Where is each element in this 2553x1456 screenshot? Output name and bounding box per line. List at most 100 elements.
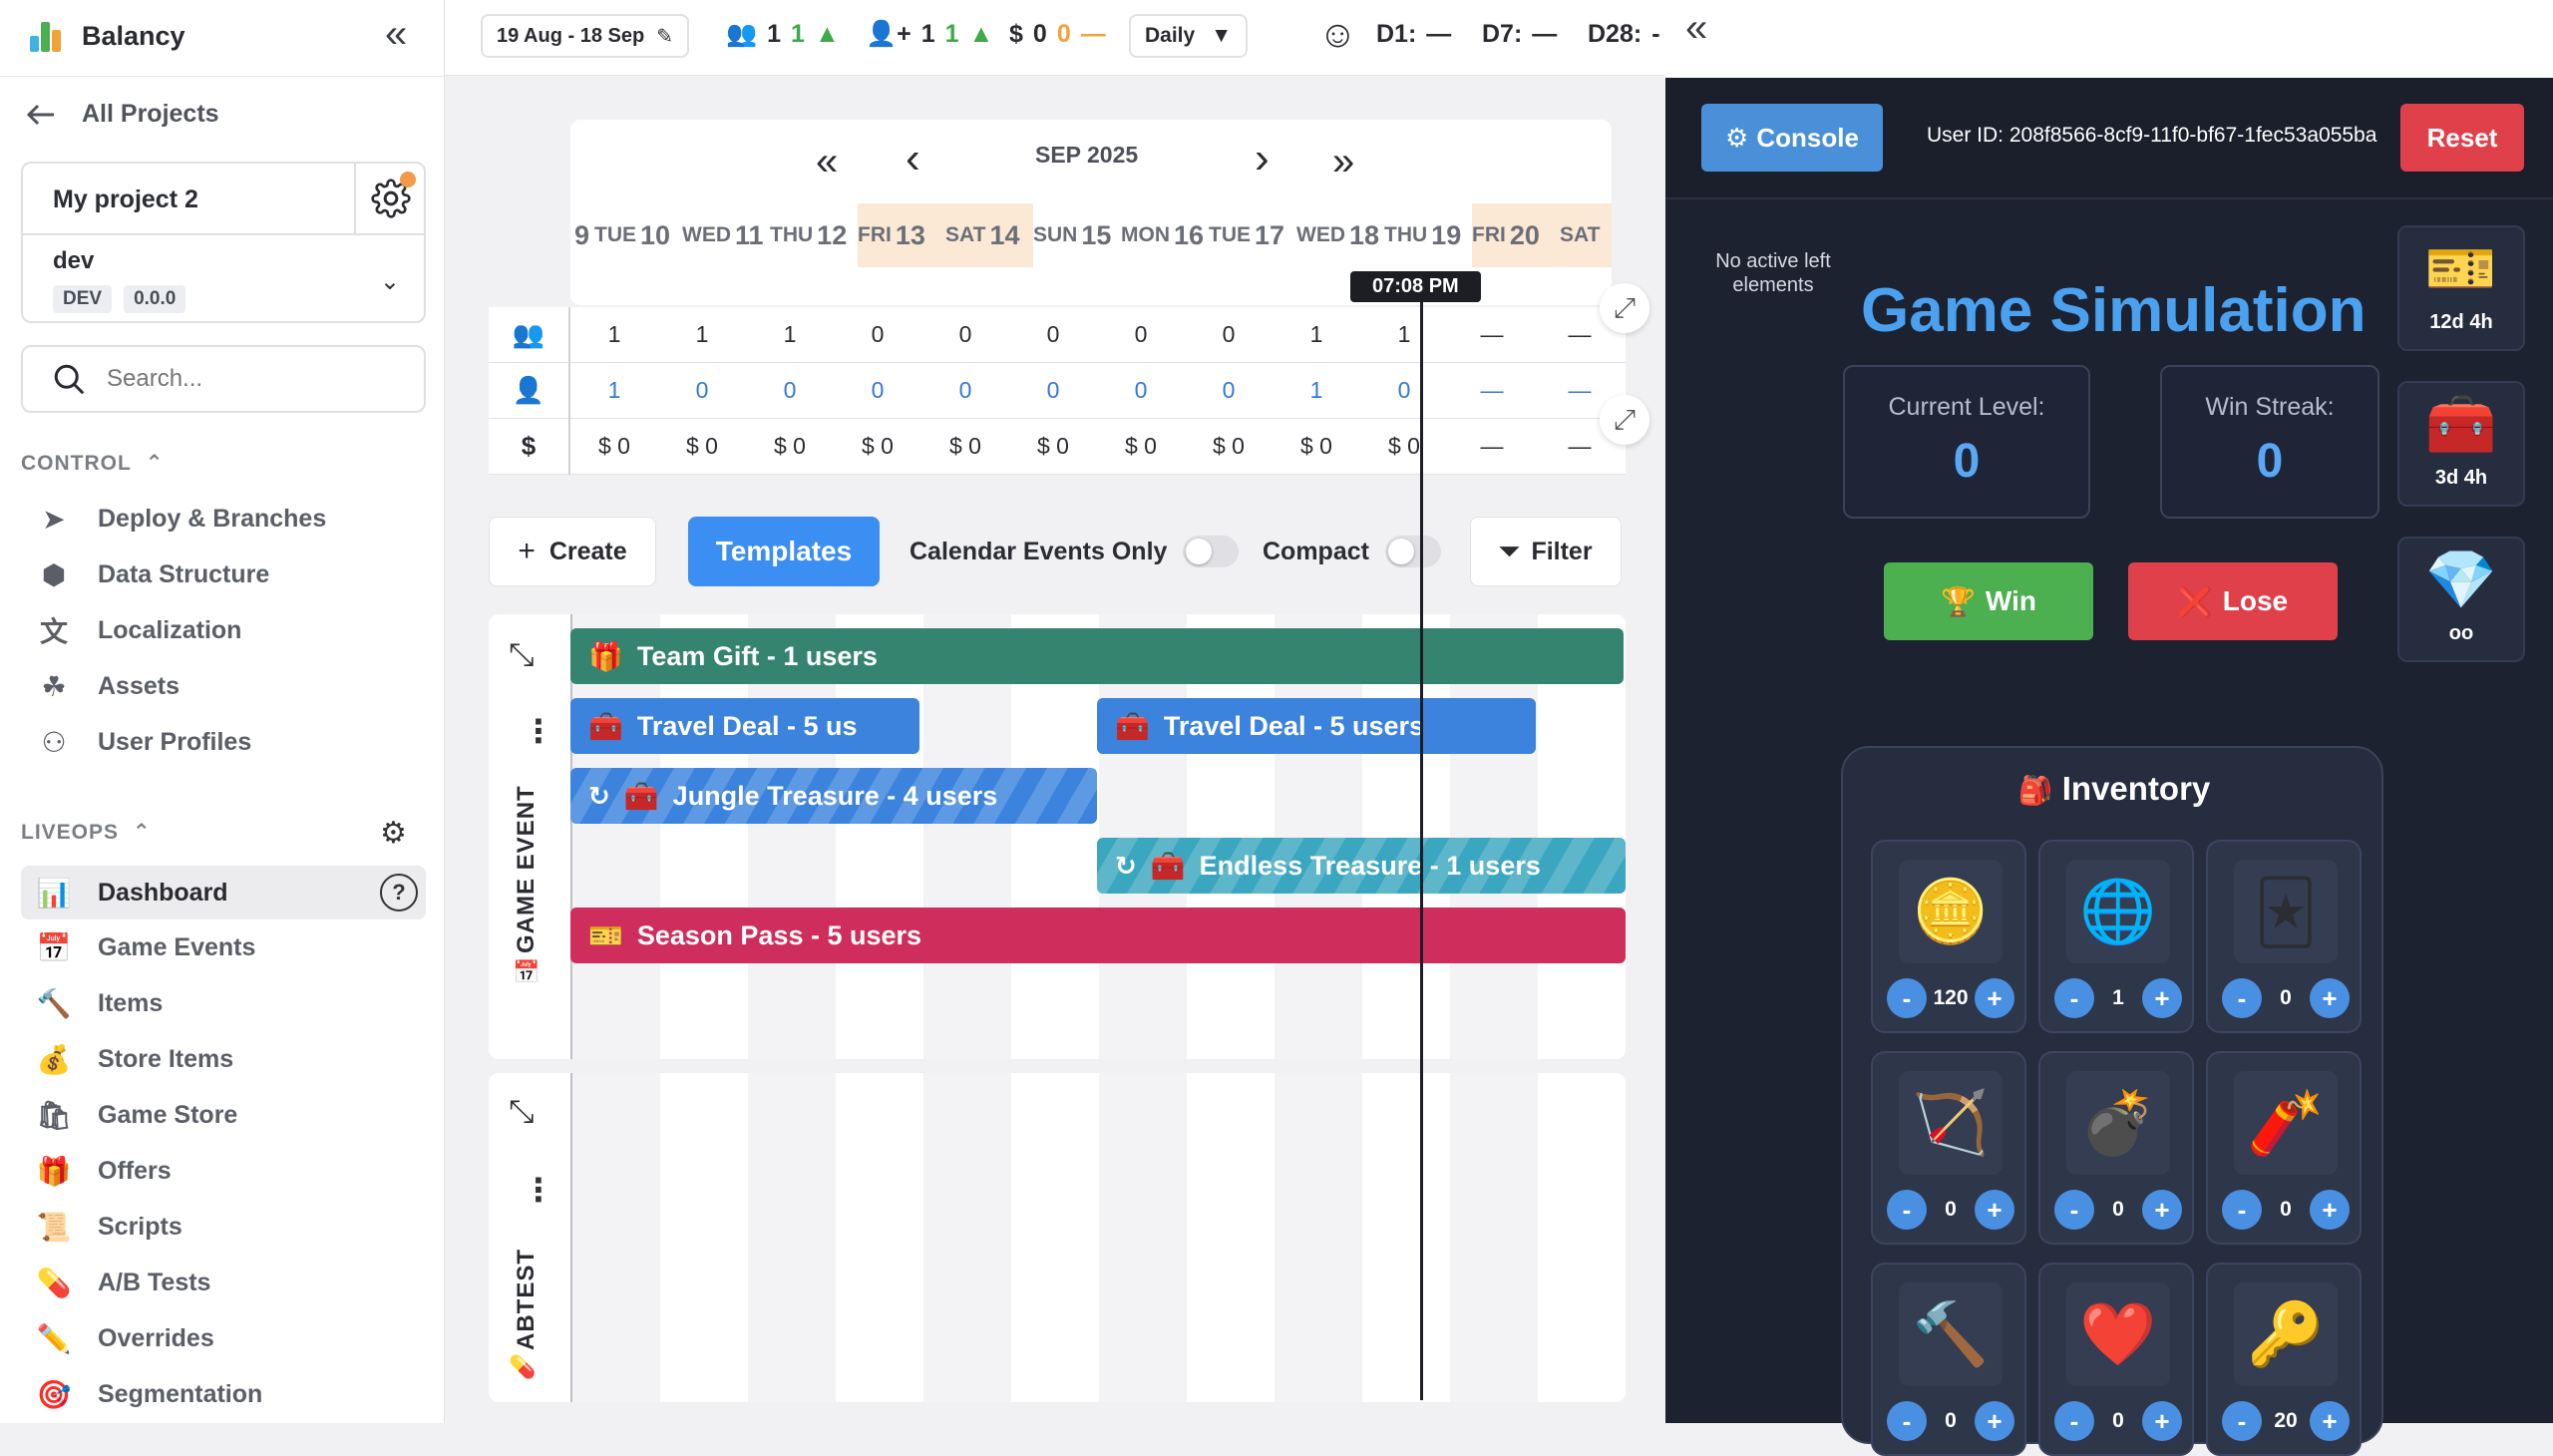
decrement-button[interactable]: - bbox=[1887, 1190, 1927, 1230]
sidebar: Balancy « All Projects My project 2 dev … bbox=[0, 0, 445, 1423]
increment-button[interactable]: + bbox=[2142, 978, 2182, 1018]
more-vertical-icon[interactable]: ⋮ bbox=[523, 1171, 554, 1209]
compact-toggle[interactable]: Compact bbox=[1263, 517, 1441, 586]
search-box[interactable] bbox=[21, 345, 426, 413]
day-cell[interactable]: THU 12 bbox=[770, 203, 858, 267]
sidebar-item-assets[interactable]: ☘ Assets bbox=[36, 666, 180, 706]
decrement-button[interactable]: - bbox=[2054, 1190, 2094, 1230]
collapse-icon[interactable]: ⤡ bbox=[509, 1093, 535, 1131]
brand[interactable]: Balancy bbox=[28, 14, 185, 58]
sidebar-item-localization[interactable]: 文 Localization bbox=[36, 610, 241, 650]
collapse-sidebar-icon[interactable]: « bbox=[385, 12, 407, 57]
day-cell[interactable]: WED 18 bbox=[1296, 203, 1384, 267]
branch-name[interactable]: dev bbox=[53, 247, 94, 275]
sidebar-item-items[interactable]: 🔨 Items bbox=[36, 983, 164, 1023]
toggle-switch[interactable] bbox=[1183, 536, 1240, 567]
liveops-section-header[interactable]: LIVEOPS ⌃ ⚙ bbox=[21, 817, 426, 850]
day-cell[interactable]: SUN 15 bbox=[1033, 203, 1121, 267]
event-bar[interactable]: 🎁 Team Gift - 1 users bbox=[570, 628, 1624, 684]
calendar-events-only-toggle[interactable]: Calendar Events Only bbox=[910, 517, 1240, 586]
sidebar-item-dashboard[interactable]: 📊 Dashboard? bbox=[21, 866, 426, 919]
filter-button[interactable]: ⏷ Filter bbox=[1470, 517, 1622, 586]
chevron-left-icon[interactable]: ‹ bbox=[906, 134, 920, 183]
stat-cell: $ 0 bbox=[1037, 433, 1069, 459]
control-section-header[interactable]: CONTROL ⌃ bbox=[21, 451, 164, 476]
sidebar-item-store-items[interactable]: 💰 Store Items bbox=[36, 1039, 234, 1079]
decrement-button[interactable]: - bbox=[2054, 978, 2094, 1018]
search-input[interactable] bbox=[107, 365, 406, 393]
lose-button[interactable]: ❌ Lose bbox=[2128, 562, 2338, 640]
sidebar-item-a-b-tests[interactable]: 💊 A/B Tests bbox=[36, 1263, 211, 1302]
create-button[interactable]: + Create bbox=[489, 517, 656, 586]
decrement-button[interactable]: - bbox=[1887, 978, 1927, 1018]
day-cell[interactable]: SAT 14 bbox=[945, 203, 1033, 267]
calendar-grid bbox=[570, 1073, 1626, 1402]
event-bar[interactable]: ↻ 🧰 Endless Treasure - 1 users bbox=[1097, 838, 1626, 894]
day-cell[interactable]: TUE 17 bbox=[1209, 203, 1296, 267]
all-projects-link[interactable]: All Projects bbox=[26, 100, 219, 129]
gear-icon[interactable]: ⚙ bbox=[380, 816, 408, 851]
project-settings-button[interactable] bbox=[356, 164, 426, 235]
collapse-panel-icon[interactable]: « bbox=[1685, 6, 1707, 51]
ticket-icon: 🎫 bbox=[588, 919, 623, 951]
day-cell[interactable]: MON 16 bbox=[1121, 203, 1209, 267]
console-button[interactable]: ⚙ Console bbox=[1701, 104, 1883, 172]
templates-button[interactable]: Templates bbox=[688, 517, 880, 586]
decrement-button[interactable]: - bbox=[2222, 978, 2262, 1018]
chevron-right-icon[interactable]: › bbox=[1255, 134, 1270, 183]
event-label: Travel Deal - 5 us bbox=[636, 710, 858, 741]
sidebar-item-user-profiles[interactable]: ⚇ User Profiles bbox=[36, 722, 251, 762]
day-cell[interactable]: WED 11 bbox=[682, 203, 770, 267]
double-chevron-left-icon[interactable]: « bbox=[816, 140, 838, 184]
increment-button[interactable]: + bbox=[2142, 1401, 2182, 1441]
decrement-button[interactable]: - bbox=[2054, 1401, 2094, 1441]
project-name[interactable]: My project 2 bbox=[23, 164, 356, 235]
event-bar[interactable]: 🧰 Travel Deal - 5 us bbox=[570, 698, 919, 754]
day-cell[interactable]: TUE 10 bbox=[594, 203, 682, 267]
sidebar-item-segmentation[interactable]: 🎯 Segmentation bbox=[36, 1374, 263, 1414]
increment-button[interactable]: + bbox=[2142, 1190, 2182, 1230]
increment-button[interactable]: + bbox=[1975, 1190, 2014, 1230]
offer-card[interactable]: 🧰 3d 4h bbox=[2397, 381, 2525, 507]
sidebar-item-deploy-branches[interactable]: ➤ Deploy & Branches bbox=[36, 499, 326, 539]
day-cell[interactable]: FRI 20 bbox=[1472, 203, 1560, 267]
event-bar[interactable]: ↻ 🧰 Jungle Treasure - 4 users bbox=[570, 768, 1097, 824]
collapse-icon[interactable]: ⤡ bbox=[509, 636, 535, 674]
decrement-button[interactable]: - bbox=[1887, 1401, 1927, 1441]
day-cell[interactable]: SAT bbox=[1560, 203, 1612, 267]
chevron-down-icon[interactable]: ⌄ bbox=[380, 267, 400, 296]
help-icon[interactable]: ? bbox=[380, 874, 418, 911]
sidebar-item-game-store[interactable]: 🛍 Game Store bbox=[36, 1095, 237, 1135]
expand-icon[interactable]: ⤢ bbox=[1600, 395, 1649, 445]
sidebar-item-game-events[interactable]: 📅 Game Events bbox=[36, 927, 256, 967]
decrement-button[interactable]: - bbox=[2222, 1190, 2262, 1230]
granularity-select[interactable]: Daily ▼ bbox=[1129, 14, 1248, 58]
win-button[interactable]: 🏆 Win bbox=[1884, 562, 2093, 640]
increment-button[interactable]: + bbox=[1975, 1401, 2014, 1441]
coins-icon: 🪙 bbox=[1899, 860, 2003, 963]
day-cell[interactable]: FRI 13 bbox=[858, 203, 945, 267]
increment-button[interactable]: + bbox=[2309, 1401, 2350, 1441]
toggle-switch[interactable] bbox=[1384, 536, 1441, 567]
increment-button[interactable]: + bbox=[2310, 1190, 2350, 1230]
increment-button[interactable]: + bbox=[1974, 978, 2014, 1018]
sidebar-item-scripts[interactable]: 📜 Scripts bbox=[36, 1207, 182, 1247]
reset-button[interactable]: Reset bbox=[2400, 104, 2524, 172]
stat-cell: 0 bbox=[871, 321, 885, 347]
sidebar-item-data-structure[interactable]: ⬢ Data Structure bbox=[36, 554, 270, 594]
more-vertical-icon[interactable]: ⋮ bbox=[523, 712, 554, 750]
double-chevron-right-icon[interactable]: » bbox=[1332, 140, 1354, 184]
day-number: 15 bbox=[1081, 219, 1112, 250]
event-bar[interactable]: 🎫 Season Pass - 5 users bbox=[570, 908, 1626, 963]
decrement-button[interactable]: - bbox=[2222, 1401, 2262, 1441]
sidebar-item-offers[interactable]: 🎁 Offers bbox=[36, 1151, 172, 1191]
expand-icon[interactable]: ⤢ bbox=[1600, 283, 1649, 333]
event-bar[interactable]: 🧰 Travel Deal - 5 users bbox=[1097, 698, 1536, 754]
day-cell[interactable]: 9 bbox=[570, 203, 594, 267]
sidebar-item-overrides[interactable]: ✏️ Overrides bbox=[36, 1318, 214, 1358]
offer-card[interactable]: 💎 oo bbox=[2397, 537, 2525, 662]
increment-button[interactable]: + bbox=[2310, 978, 2350, 1018]
date-range-picker[interactable]: 19 Aug - 18 Sep ✎ bbox=[481, 14, 689, 58]
day-cell[interactable]: THU 19 bbox=[1384, 203, 1472, 267]
offer-card[interactable]: 🎫 12d 4h bbox=[2397, 225, 2525, 351]
